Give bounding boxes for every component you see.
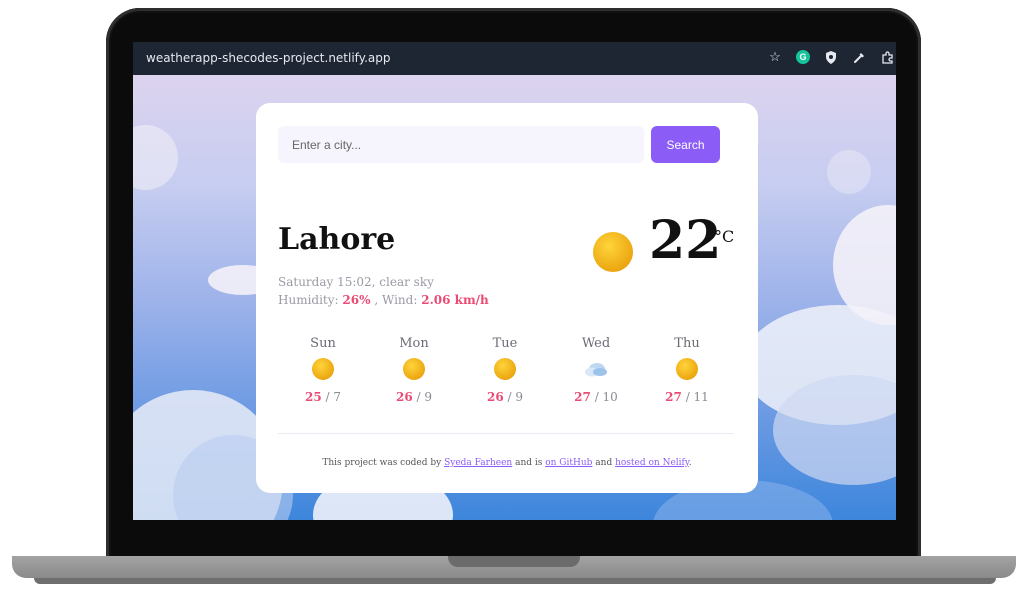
humidity-label: Humidity: (278, 293, 339, 307)
cloud-decoration (827, 150, 871, 194)
cloud-icon (551, 357, 641, 386)
city-name: Lahore (278, 222, 396, 257)
browser-address-bar: weatherapp-shecodes-project.netlify.app … (133, 42, 896, 75)
search-input[interactable] (278, 126, 644, 163)
wind-label: , Wind: (374, 293, 418, 307)
search-button[interactable]: Search (651, 126, 720, 163)
forecast-min: / 10 (594, 390, 618, 404)
sun-icon (592, 231, 634, 278)
forecast-max: 25 (304, 390, 322, 404)
sun-icon (642, 357, 732, 386)
forecast-day-name: Thu (674, 336, 700, 351)
forecast-temps: 27 / 11 (642, 390, 732, 404)
sun-icon (278, 357, 368, 386)
star-icon[interactable]: ☆ (766, 48, 784, 66)
footer-end: . (688, 458, 692, 468)
forecast-temps: 26 / 9 (460, 390, 550, 404)
laptop-notch (448, 556, 580, 567)
footer-and: and (595, 458, 613, 468)
forecast-temps: 27 / 10 (551, 390, 641, 404)
forecast-min: / 7 (325, 390, 342, 404)
datetime-description: Saturday 15:02, clear sky (278, 275, 434, 289)
footer-prefix: This project was coded by (322, 458, 442, 468)
sun-icon (460, 357, 550, 386)
forecast-day-name: Wed (581, 336, 611, 351)
forecast-min: / 9 (416, 390, 433, 404)
temperature-value: 22 (649, 210, 722, 271)
url-text[interactable]: weatherapp-shecodes-project.netlify.app (146, 51, 391, 65)
forecast-day: Thu 27 / 11 (642, 336, 732, 404)
temperature-unit: °C (714, 227, 735, 246)
wind-value: 2.06 km/h (421, 293, 489, 307)
forecast-temps: 26 / 9 (369, 390, 459, 404)
browser-toolbar-icons: ☆ G (766, 48, 896, 66)
humidity-value: 26% (342, 293, 371, 307)
shield-extension-icon[interactable] (822, 48, 840, 66)
sun-icon (369, 357, 459, 386)
weather-card: Search Lahore Saturday 15:02, clear sky … (256, 103, 758, 493)
eyedropper-icon[interactable] (850, 48, 868, 66)
hosted-link[interactable]: hosted on Nelify (615, 458, 689, 468)
forecast-temps: 25 / 7 (278, 390, 368, 404)
forecast-day: Wed 27 / 10 (551, 336, 641, 404)
author-link[interactable]: Syeda Farheen (444, 458, 512, 468)
forecast-day-name: Sun (310, 336, 336, 351)
screen: weatherapp-shecodes-project.netlify.app … (133, 42, 896, 520)
grammarly-icon[interactable]: G (794, 48, 812, 66)
footer: This project was coded by Syeda Farheen … (256, 458, 758, 468)
page-background: Search Lahore Saturday 15:02, clear sky … (133, 75, 896, 520)
cloud-decoration (133, 125, 178, 190)
footer-middle: and is (515, 458, 543, 468)
forecast-max: 27 (574, 390, 591, 404)
forecast-day-name: Mon (399, 336, 429, 351)
forecast-max: 26 (395, 390, 413, 404)
forecast-min: / 9 (507, 390, 524, 404)
forecast-max: 26 (486, 390, 504, 404)
forecast-day: Sun 25 / 7 (278, 336, 368, 404)
humidity-wind-line: Humidity: 26% , Wind: 2.06 km/h (278, 293, 489, 307)
laptop-base-shadow (34, 578, 996, 584)
forecast-day: Mon 26 / 9 (369, 336, 459, 404)
forecast-day: Tue 26 / 9 (460, 336, 550, 404)
forecast-max: 27 (665, 390, 682, 404)
puzzle-extension-icon[interactable] (878, 48, 896, 66)
divider (278, 433, 734, 434)
github-link[interactable]: on GitHub (545, 458, 592, 468)
forecast-min: / 11 (685, 390, 709, 404)
forecast-day-name: Tue (492, 336, 518, 351)
